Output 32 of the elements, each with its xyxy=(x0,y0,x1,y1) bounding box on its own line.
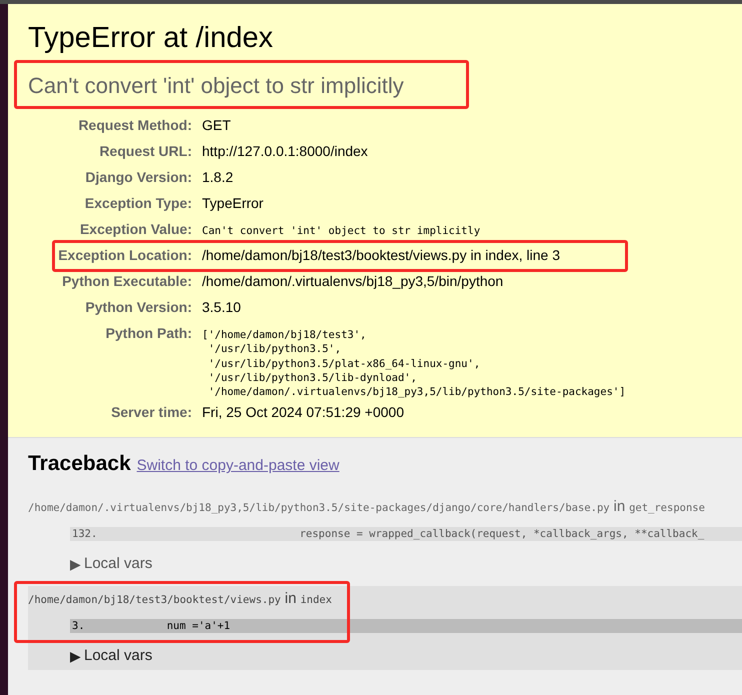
copy-paste-link[interactable]: Switch to copy-and-paste view xyxy=(136,457,340,474)
field-value: /home/damon/bj18/test3/booktest/views.py in index, line 3 xyxy=(202,246,560,265)
frame-location: /home/damon/.virtualenvs/bj18_py3,5/lib/python3.5/site-packages/django/core/handlers/base.py in get_response xyxy=(28,498,706,516)
line-number: 132. xyxy=(71,527,98,542)
field-value: Can't convert 'int' object to str implicitly xyxy=(202,224,480,238)
error-message: Can't convert 'int' object to str implicitly xyxy=(28,72,404,100)
line-number: 3. xyxy=(71,619,85,634)
frame-location: /home/damon/bj18/test3/booktest/views.py in index xyxy=(28,590,333,608)
field-label: Python Version: xyxy=(84,298,193,317)
field-value: http://127.0.0.1:8000/index xyxy=(202,142,368,161)
field-label: Request URL: xyxy=(98,142,193,161)
field-value: 3.5.10 xyxy=(202,298,241,317)
field-value: Fri, 25 Oct 2024 07:51:29 +0000 xyxy=(202,403,404,422)
field-value: 1.8.2 xyxy=(202,168,234,187)
field-value: GET xyxy=(202,116,231,135)
field-value: TypeError xyxy=(202,194,264,213)
local-vars-toggle[interactable]: ▶ Local vars xyxy=(70,555,152,572)
field-label: Python Path: xyxy=(104,324,193,343)
field-label: Server time: xyxy=(110,403,193,422)
field-label: Exception Type: xyxy=(84,194,193,213)
field-label: Django Version: xyxy=(84,168,193,187)
code-line: response = wrapped_callback(request, *callback_args, **callback_ xyxy=(298,527,704,542)
field-label: Exception Value: xyxy=(78,220,193,239)
field-label: Exception Location: xyxy=(57,246,193,265)
field-label: Python Executable: xyxy=(61,272,193,291)
section-title: Traceback xyxy=(28,452,131,476)
error-title: TypeError at /index xyxy=(28,21,274,56)
code-line: num ='a'+1 xyxy=(166,619,230,634)
local-vars-toggle[interactable]: ▶ Local vars xyxy=(70,647,152,664)
field-value: /home/damon/.virtualenvs/bj18_py3,5/bin/python xyxy=(202,272,504,291)
field-label: Request Method: xyxy=(77,116,193,135)
field-value: ['/home/damon/bj18/test3', '/usr/lib/python3.5', '/usr/lib/python3.5/plat-x86_64-linux-gnu', '/usr/lib/python3.5/lib-dynload', '/home/damon/.virtualenvs/bj18_py3,5/lib/python3.5/site-packages'] xyxy=(202,328,626,400)
